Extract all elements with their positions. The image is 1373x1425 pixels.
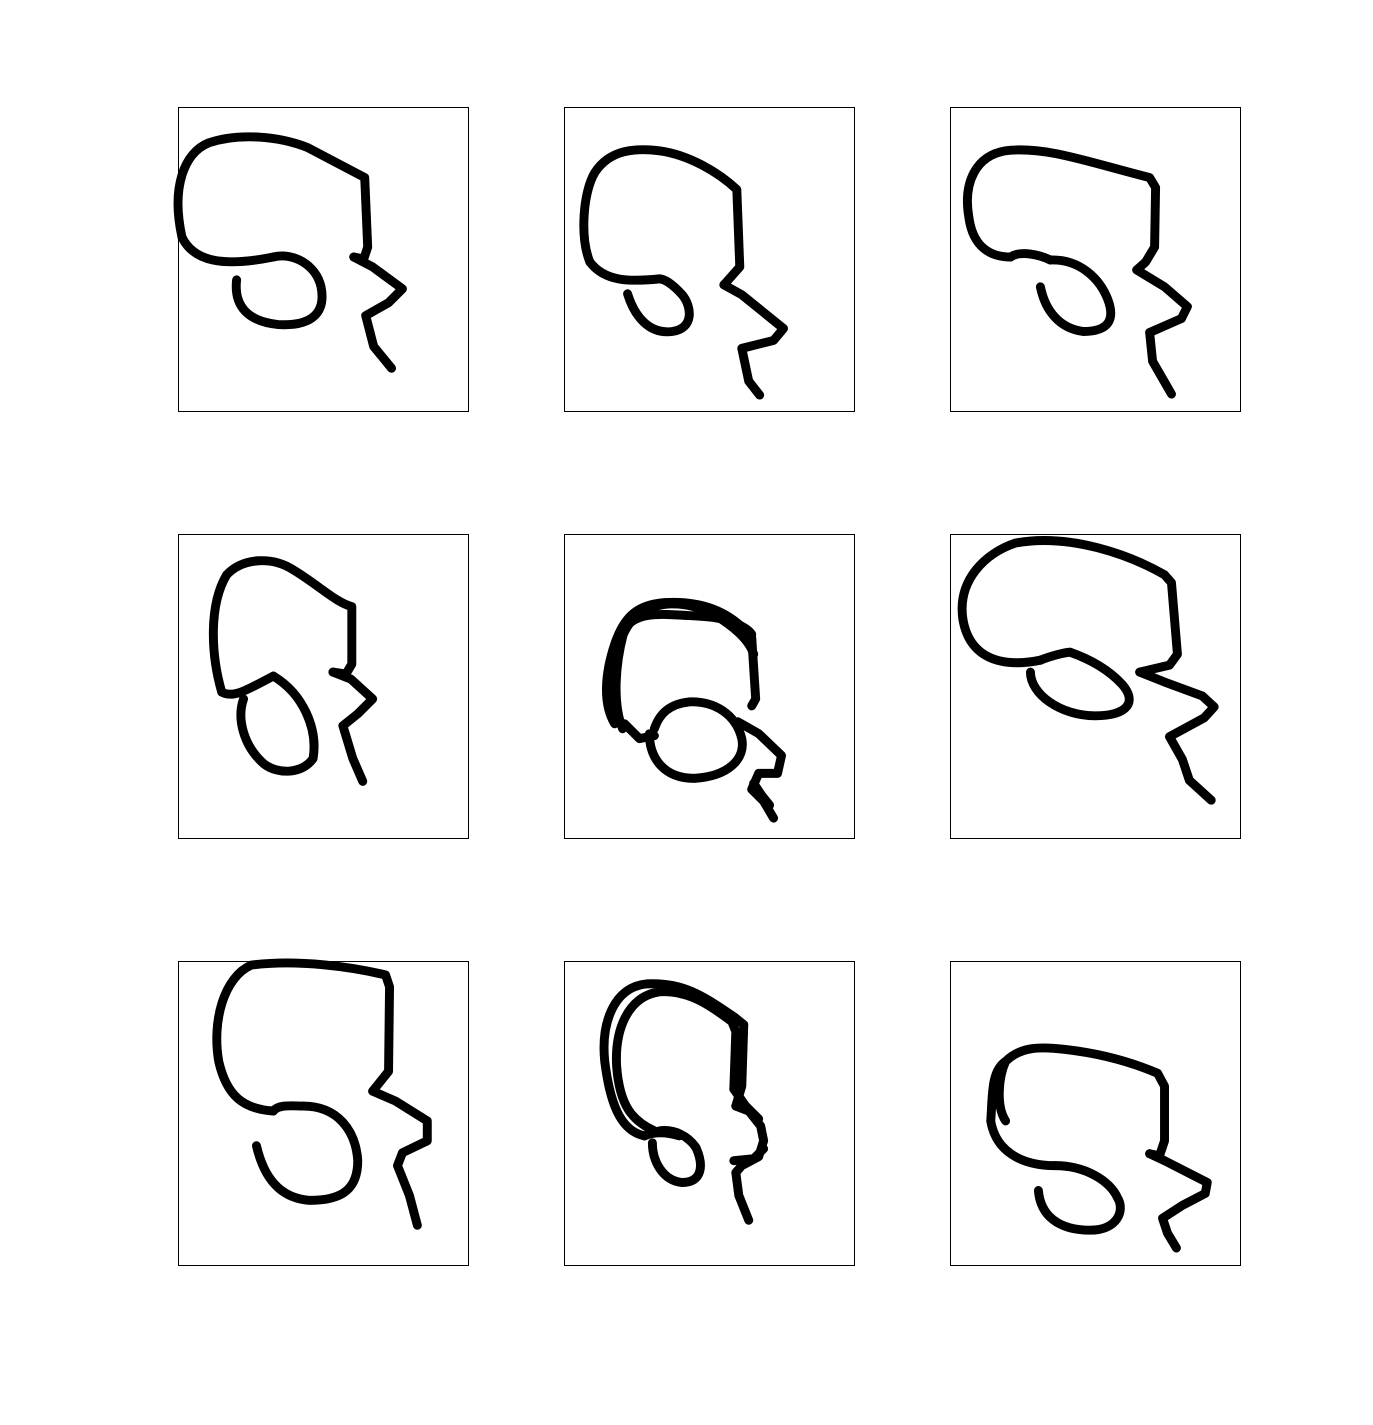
sketch-panel-9	[950, 961, 1241, 1266]
sketch-drawing-8	[599, 979, 769, 1225]
sketch-panel-1	[173, 107, 469, 412]
sketch-drawing-1	[173, 132, 407, 373]
sketch-drawing-2	[579, 145, 788, 400]
sketch-drawing-3	[963, 145, 1192, 399]
sketch-drawing-7	[212, 958, 432, 1230]
sketch-panel-4	[178, 534, 469, 839]
sketch-drawing-4	[208, 556, 378, 786]
sketch-panel-8	[564, 961, 855, 1266]
sketch-panel-5	[564, 534, 855, 839]
sketch-panel-3	[950, 107, 1241, 412]
sketch-drawing-5	[601, 597, 786, 823]
sketch-panel-6	[950, 534, 1241, 839]
sketch-panel-2	[564, 107, 855, 412]
sketch-drawing-9	[986, 1043, 1212, 1253]
sketch-drawing-6	[957, 536, 1219, 805]
sketch-panel-7	[178, 958, 469, 1266]
